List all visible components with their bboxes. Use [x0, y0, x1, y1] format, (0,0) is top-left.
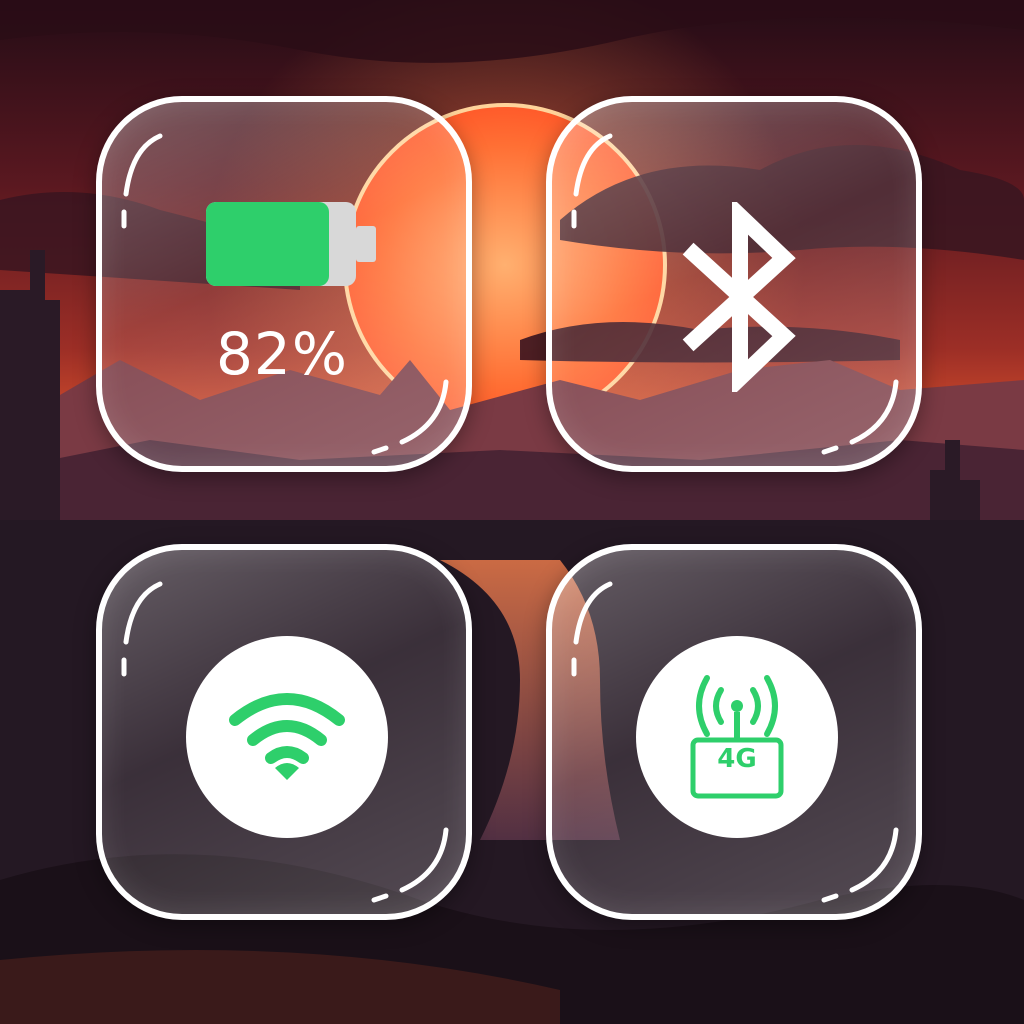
- cell-tower-icon: [690, 675, 784, 799]
- battery-tile[interactable]: 82%: [96, 96, 472, 472]
- battery-percentage: 82%: [216, 320, 348, 388]
- bluetooth-icon: [682, 202, 796, 392]
- cellular-tile[interactable]: 4G: [546, 544, 922, 920]
- wifi-icon: [229, 693, 345, 780]
- network-type-label: 4G: [717, 744, 757, 774]
- wifi-icon-background: [186, 636, 388, 838]
- cellular-icon-background: 4G: [636, 636, 838, 838]
- battery-icon: [206, 202, 376, 286]
- bluetooth-tile[interactable]: [546, 96, 922, 472]
- wifi-tile[interactable]: [96, 544, 472, 920]
